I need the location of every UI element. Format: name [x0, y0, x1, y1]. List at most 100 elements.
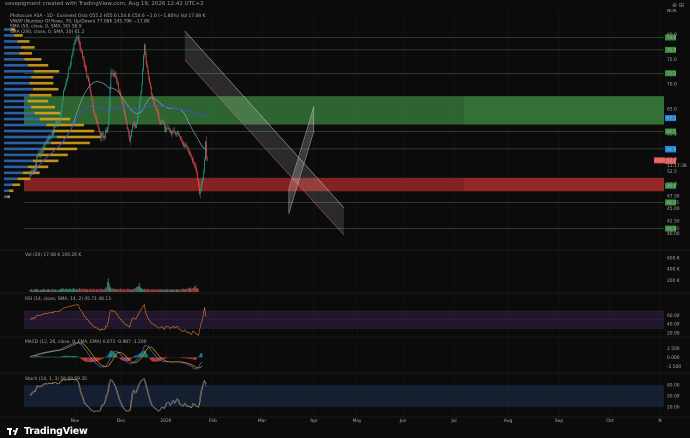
- macd-histogram-bar: [107, 355, 108, 358]
- candle-body: [92, 98, 94, 107]
- volume-bar: [42, 289, 44, 292]
- candle-body: [163, 123, 165, 126]
- volume-profile-up-bar: [4, 93, 30, 97]
- volume-bar: [38, 289, 39, 292]
- macd-histogram-bar: [82, 357, 83, 361]
- candle-body: [187, 146, 188, 148]
- volume-bar: [173, 289, 174, 292]
- macd-histogram-bar: [40, 356, 41, 358]
- candle-body: [171, 132, 173, 134]
- volume-bar: [169, 289, 171, 292]
- volume-bar: [73, 288, 75, 292]
- candle-body: [110, 72, 112, 89]
- candle-body: [36, 155, 38, 163]
- macd-histogram-bar: [103, 357, 105, 359]
- macd-histogram-bar: [163, 357, 165, 360]
- candle-body: [129, 134, 131, 142]
- volume-bar: [101, 289, 102, 292]
- volume-profile-down-bar: [31, 75, 54, 79]
- macd-histogram-bar: [49, 356, 51, 358]
- tradingview-brand[interactable]: TradingView: [7, 426, 88, 437]
- candle-body: [64, 88, 65, 91]
- candle-body: [148, 72, 150, 78]
- volume-bar: [197, 288, 199, 292]
- candle-body: [35, 162, 37, 169]
- volume-profile-down-bar: [7, 195, 10, 199]
- chart-canvas[interactable]: 80.075.070.065.060.055.052.550.047.5045.…: [0, 0, 690, 438]
- candle-body: [191, 156, 193, 158]
- candle-body: [67, 74, 69, 79]
- volume-profile-up-bar: [4, 52, 20, 55]
- volume-bar: [151, 289, 153, 292]
- volume-bar: [114, 288, 116, 292]
- macd-histogram-bar: [46, 356, 47, 358]
- macd-histogram-bar: [66, 355, 68, 358]
- volume-bar: [70, 289, 71, 292]
- candle-body: [150, 87, 152, 95]
- volume-profile-up-bar: [4, 64, 28, 67]
- candle-body: [34, 166, 36, 169]
- candle-body: [79, 42, 81, 47]
- macd-histogram-bar: [100, 357, 101, 361]
- candle-body: [100, 133, 101, 138]
- macd-histogram-bar: [47, 356, 49, 358]
- top-right-icons[interactable]: ⊕ ⊞: [672, 2, 684, 9]
- macd-histogram-bar: [130, 357, 131, 360]
- macd-histogram-bar: [165, 357, 167, 359]
- macd-histogram-bar: [77, 356, 79, 358]
- candle-body: [109, 88, 111, 108]
- price-axis-tick: 52.5: [667, 169, 677, 175]
- candle-body: [174, 131, 175, 133]
- volume-bar: [168, 289, 170, 292]
- volume-bar: [92, 289, 94, 292]
- macd-histogram-bar: [152, 357, 154, 362]
- candle-body: [44, 143, 45, 145]
- volume-profile-up-bar: [4, 153, 38, 157]
- volume-bar: [57, 290, 58, 292]
- volume-profile-down-bar: [56, 135, 101, 139]
- macd-histogram-bar: [199, 355, 200, 358]
- candle-body: [38, 153, 39, 156]
- time-axis-label: Jun: [399, 418, 407, 424]
- volume-bar: [40, 289, 42, 292]
- candle-body: [85, 67, 87, 71]
- macd-histogram-bar: [68, 355, 69, 358]
- macd-histogram-bar: [59, 356, 61, 358]
- volume-bar: [63, 288, 64, 292]
- macd-histogram-bar: [58, 356, 60, 358]
- volume-bar: [174, 289, 176, 292]
- volume-bar: [94, 289, 95, 292]
- volume-profile-up-bar: [4, 171, 23, 175]
- candle-body: [103, 135, 105, 138]
- candle-body: [127, 129, 129, 131]
- candle-body: [178, 132, 180, 135]
- macd-histogram-bar: [121, 357, 123, 361]
- macd-histogram-bar: [64, 355, 66, 358]
- volume-bar: [162, 289, 164, 292]
- time-axis-label: Jul: [450, 418, 456, 424]
- volume-bar: [106, 287, 107, 292]
- macd-histogram-bar: [84, 357, 86, 362]
- macd-histogram-bar: [71, 355, 73, 358]
- volume-bar: [64, 289, 66, 292]
- macd-histogram-bar: [119, 357, 120, 359]
- macd-histogram-bar: [109, 351, 111, 358]
- volume-profile-down-bar: [12, 183, 21, 187]
- volume-bar: [88, 288, 90, 292]
- macd-histogram-bar: [147, 355, 149, 358]
- macd-histogram-bar: [122, 357, 124, 361]
- volume-bar: [134, 288, 136, 292]
- candle-body: [101, 133, 102, 138]
- volume-bar: [55, 289, 57, 292]
- candle-body: [78, 37, 80, 43]
- candle-body: [81, 49, 82, 52]
- candle-body: [205, 141, 206, 160]
- macd-histogram-bar: [137, 354, 138, 358]
- time-axis-label: May: [352, 418, 361, 424]
- volume-bar: [82, 288, 83, 292]
- macd-histogram-bar: [70, 355, 71, 358]
- macd-histogram-bar: [32, 356, 33, 358]
- volume-bar: [51, 289, 52, 292]
- macd-histogram-bar: [79, 357, 81, 359]
- candle-body: [39, 153, 40, 155]
